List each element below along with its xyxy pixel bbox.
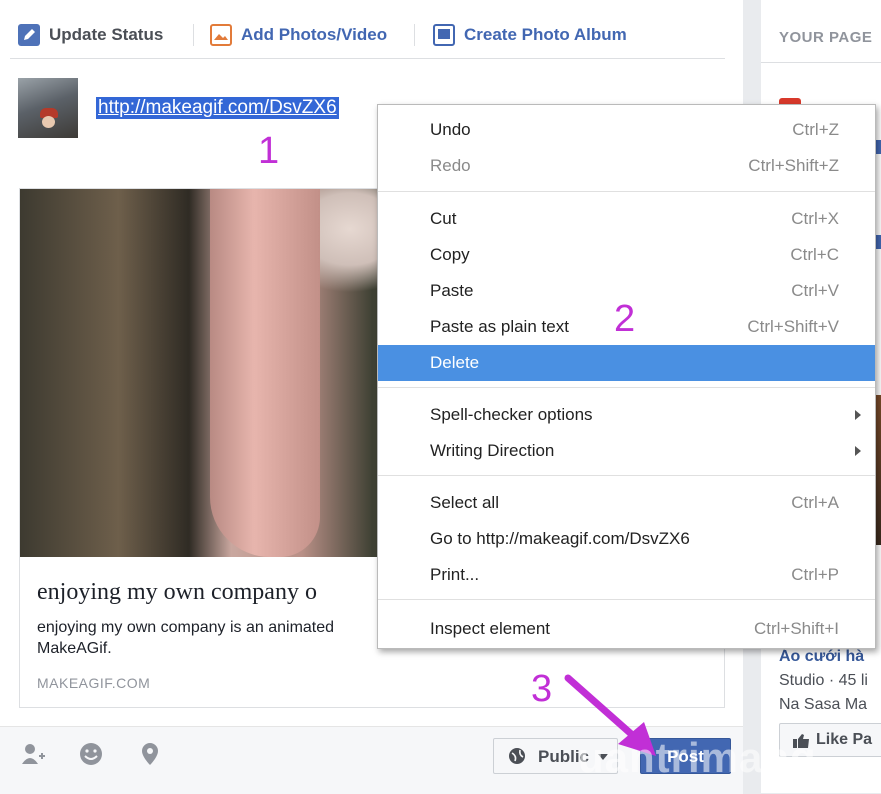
menu-item-writing-direction[interactable]: Writing Direction <box>378 433 875 469</box>
submenu-arrow-icon <box>855 410 861 420</box>
preview-description-line2: MakeAGif. <box>37 640 112 657</box>
avatar[interactable] <box>18 78 78 138</box>
menu-item-shortcut: Ctrl+X <box>791 209 839 228</box>
menu-item-label: Undo <box>430 120 471 139</box>
ad-title[interactable]: Áo cưới hà <box>779 648 864 666</box>
menu-item-shortcut: Ctrl+Shift+I <box>753 619 839 638</box>
menu-item-copy[interactable]: Copy Ctrl+C <box>378 237 875 273</box>
tab-divider <box>193 24 194 46</box>
menu-item-shortcut: Ctrl+Shift+V <box>747 317 839 336</box>
menu-separator <box>378 387 875 388</box>
menu-item-label: Inspect element <box>430 619 551 638</box>
menu-item-shortcut: Ctrl+C <box>790 245 839 264</box>
tag-friends-icon[interactable] <box>20 742 45 766</box>
menu-item-inspect[interactable]: Inspect element Ctrl+Shift+I <box>378 611 875 647</box>
watermark: uantrimang <box>578 734 817 781</box>
location-icon[interactable] <box>140 742 164 766</box>
menu-item-go-to-url[interactable]: Go to http://makeagif.com/DsvZX6 <box>378 521 875 557</box>
divider <box>761 62 881 63</box>
ad-name: Na Sasa Ma <box>779 696 868 713</box>
menu-item-spellcheck[interactable]: Spell-checker options <box>378 397 875 433</box>
menu-separator <box>378 475 875 476</box>
menu-item-label: Select all <box>430 493 499 512</box>
context-menu: Undo Ctrl+Z Redo Ctrl+Shift+Z Cut Ctrl+X Co… <box>377 104 876 649</box>
status-input-selected-text[interactable]: http://makeagif.com/DsvZX6 <box>96 97 339 119</box>
preview-domain: MAKEAGIF.COM <box>37 675 151 691</box>
album-icon <box>433 24 455 46</box>
menu-item-label: Redo <box>430 156 471 175</box>
feeling-icon[interactable] <box>79 742 103 766</box>
menu-item-undo[interactable]: Undo Ctrl+Z <box>378 112 875 148</box>
menu-item-cut[interactable]: Cut Ctrl+X <box>378 201 875 237</box>
tab-add-photos[interactable]: Add Photos/Video <box>210 22 387 48</box>
preview-description-line1: enjoying my own company is an animated <box>37 619 335 636</box>
menu-item-label: Delete <box>430 353 480 372</box>
preview-title: enjoying my own company o <box>37 579 317 605</box>
annotation-step-3: 3 <box>531 668 553 710</box>
tab-create-album-label: Create Photo Album <box>464 25 627 44</box>
globe-icon <box>508 747 526 770</box>
menu-item-label: Writing Direction <box>430 441 555 460</box>
ad-meta: Studio · 45 li <box>779 672 868 689</box>
preview-description: enjoying my own company is an animated M… <box>37 617 397 659</box>
menu-separator <box>378 599 875 600</box>
menu-item-select-all[interactable]: Select all Ctrl+A <box>378 485 875 521</box>
annotation-step-2: 2 <box>614 298 636 340</box>
menu-item-shortcut: Ctrl+Shift+Z <box>748 156 839 175</box>
menu-item-label: Cut <box>430 209 457 228</box>
preview-image-detail <box>210 189 320 557</box>
menu-item-shortcut: Ctrl+A <box>791 493 839 512</box>
like-page-label: Like Pa <box>816 731 873 748</box>
menu-item-print[interactable]: Print... Ctrl+P <box>378 557 875 593</box>
tab-update-status[interactable]: Update Status <box>18 22 163 48</box>
menu-item-label: Print... <box>430 565 480 584</box>
menu-item-delete[interactable]: Delete <box>378 345 875 381</box>
tab-divider <box>414 24 415 46</box>
menu-item-shortcut: Ctrl+V <box>791 281 839 300</box>
menu-separator <box>378 191 875 192</box>
your-pages-header: YOUR PAGE <box>779 29 873 46</box>
annotation-step-1: 1 <box>258 130 280 172</box>
menu-item-label: Paste <box>430 281 474 300</box>
tab-add-photos-label: Add Photos/Video <box>241 25 388 44</box>
pencil-icon <box>18 24 40 46</box>
menu-item-redo: Redo Ctrl+Shift+Z <box>378 148 875 184</box>
submenu-arrow-icon <box>855 446 861 456</box>
menu-item-label: Paste as plain text <box>430 317 569 336</box>
menu-item-label: Copy <box>430 245 470 264</box>
menu-item-shortcut: Ctrl+Z <box>792 120 839 139</box>
photo-icon <box>210 24 232 46</box>
tab-create-album[interactable]: Create Photo Album <box>433 22 627 48</box>
menu-item-label: Spell-checker options <box>430 405 593 424</box>
menu-item-label: Go to http://makeagif.com/DsvZX6 <box>430 529 690 548</box>
tab-underline <box>10 58 725 59</box>
tab-update-status-label: Update Status <box>49 25 164 44</box>
avatar-face <box>42 116 55 128</box>
menu-item-shortcut: Ctrl+P <box>791 565 839 584</box>
